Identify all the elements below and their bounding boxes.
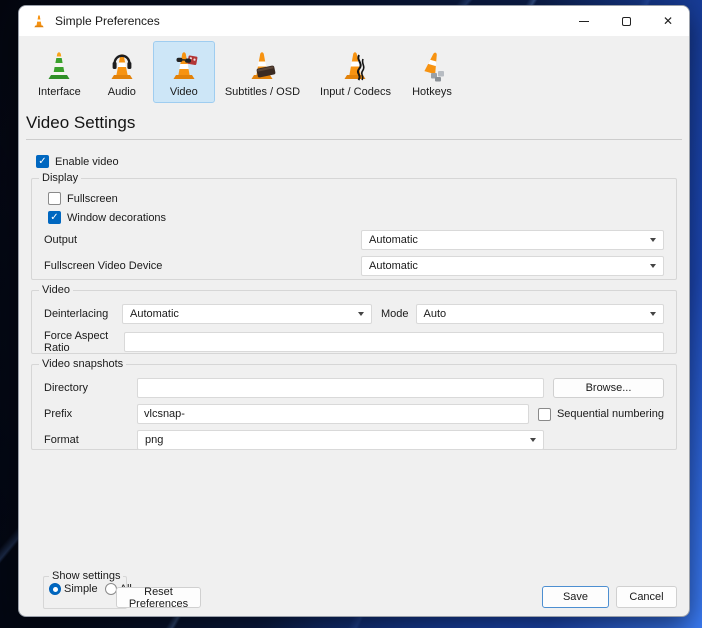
chevron-down-icon: [530, 438, 536, 442]
display-group-title: Display: [39, 172, 81, 184]
tab-audio[interactable]: Audio: [91, 41, 153, 103]
window-controls: ✕: [563, 6, 689, 36]
fullscreen-video-device-label: Fullscreen Video Device: [44, 260, 162, 272]
show-settings-groupbox: Show settings Simple All: [43, 576, 127, 609]
output-row: Output Automatic: [44, 230, 664, 250]
save-button[interactable]: Save: [542, 586, 609, 608]
format-label: Format: [44, 434, 137, 446]
force-aspect-ratio-label: Force Aspect Ratio: [44, 330, 124, 354]
interface-cone-icon: [41, 47, 77, 83]
output-combobox[interactable]: Automatic: [361, 230, 664, 250]
maximize-icon: [622, 17, 631, 26]
chevron-down-icon: [650, 238, 656, 242]
sequential-numbering-row[interactable]: Sequential numbering: [538, 408, 664, 421]
vlc-cone-icon: [31, 13, 47, 29]
display-groupbox: Display Fullscreen Window decorations Ou…: [31, 178, 677, 280]
directory-row: Directory Browse...: [44, 378, 664, 398]
tab-hotkeys[interactable]: Hotkeys: [401, 41, 463, 103]
browse-button[interactable]: Browse...: [553, 378, 664, 398]
fullscreen-row: Fullscreen: [48, 192, 664, 205]
chevron-down-icon: [650, 264, 656, 268]
force-aspect-ratio-input[interactable]: [124, 332, 664, 352]
force-aspect-ratio-row: Force Aspect Ratio: [44, 330, 664, 354]
window-decorations-label: Window decorations: [67, 212, 166, 224]
audio-cone-icon: [104, 47, 140, 83]
prefix-row: Prefix Sequential numbering: [44, 404, 664, 424]
chevron-down-icon: [358, 312, 364, 316]
window-decorations-checkbox[interactable]: [48, 211, 61, 224]
simple-radio[interactable]: [49, 583, 61, 595]
window-title: Simple Preferences: [55, 14, 160, 28]
mode-value: Auto: [424, 308, 447, 320]
video-groupbox: Video Deinterlacing Automatic Mode Auto …: [31, 290, 677, 354]
close-icon: ✕: [663, 15, 673, 27]
fullscreen-video-device-row: Fullscreen Video Device Automatic: [44, 256, 664, 276]
window-decorations-row: Window decorations: [48, 211, 664, 224]
minimize-button[interactable]: [563, 6, 605, 36]
mode-label: Mode: [381, 308, 409, 320]
reset-preferences-button[interactable]: Reset Preferences: [116, 587, 201, 608]
titlebar: Simple Preferences ✕: [19, 6, 689, 36]
tab-video[interactable]: Video: [153, 41, 215, 103]
deinterlacing-value: Automatic: [130, 308, 179, 320]
tab-label: Audio: [108, 86, 136, 98]
enable-video-checkbox-row[interactable]: Enable video: [36, 155, 689, 168]
minimize-icon: [579, 21, 589, 22]
simple-preferences-window: Simple Preferences ✕ Interface: [18, 5, 690, 617]
video-snapshots-group-title: Video snapshots: [39, 358, 126, 370]
output-value: Automatic: [369, 234, 418, 246]
tab-input-codecs[interactable]: Input / Codecs: [310, 41, 401, 103]
all-radio[interactable]: [105, 583, 117, 595]
video-group-title: Video: [39, 284, 73, 296]
heading-divider: [26, 139, 682, 140]
maximize-button[interactable]: [605, 6, 647, 36]
simple-radio-label: Simple: [64, 583, 98, 595]
footer: Show settings Simple All Reset Preferenc…: [19, 570, 689, 616]
hotkeys-cone-icon: [414, 47, 450, 83]
tab-interface[interactable]: Interface: [28, 41, 91, 103]
subtitles-cone-icon: [244, 47, 280, 83]
video-snapshots-groupbox: Video snapshots Directory Browse... Pref…: [31, 364, 677, 450]
cancel-button[interactable]: Cancel: [616, 586, 677, 608]
enable-video-checkbox[interactable]: [36, 155, 49, 168]
tab-label: Video: [170, 86, 198, 98]
tab-label: Input / Codecs: [320, 86, 391, 98]
tab-label: Hotkeys: [412, 86, 452, 98]
preferences-toolbar: Interface Audio: [19, 36, 689, 105]
video-cone-icon: [166, 47, 202, 83]
format-row: Format png: [44, 430, 664, 450]
sequential-numbering-checkbox[interactable]: [538, 408, 551, 421]
close-button[interactable]: ✕: [647, 6, 689, 36]
fullscreen-checkbox[interactable]: [48, 192, 61, 205]
directory-input[interactable]: [137, 378, 544, 398]
enable-video-label: Enable video: [55, 156, 119, 168]
tab-label: Subtitles / OSD: [225, 86, 300, 98]
deinterlacing-label: Deinterlacing: [44, 308, 122, 320]
deinterlacing-row: Deinterlacing Automatic Mode Auto: [44, 304, 664, 324]
page-title: Video Settings: [26, 113, 681, 133]
input-codecs-cone-icon: [337, 47, 373, 83]
fullscreen-video-device-combobox[interactable]: Automatic: [361, 256, 664, 276]
prefix-label: Prefix: [44, 408, 137, 420]
show-settings-title: Show settings: [49, 570, 123, 582]
directory-label: Directory: [44, 382, 137, 394]
sequential-numbering-label: Sequential numbering: [557, 408, 664, 420]
tab-subtitles-osd[interactable]: Subtitles / OSD: [215, 41, 310, 103]
format-combobox[interactable]: png: [137, 430, 544, 450]
fullscreen-video-device-value: Automatic: [369, 260, 418, 272]
output-label: Output: [44, 234, 77, 246]
prefix-input[interactable]: [137, 404, 529, 424]
deinterlacing-combobox[interactable]: Automatic: [122, 304, 372, 324]
chevron-down-icon: [650, 312, 656, 316]
mode-combobox[interactable]: Auto: [416, 304, 664, 324]
tab-label: Interface: [38, 86, 81, 98]
fullscreen-label: Fullscreen: [67, 193, 118, 205]
format-value: png: [145, 434, 163, 446]
